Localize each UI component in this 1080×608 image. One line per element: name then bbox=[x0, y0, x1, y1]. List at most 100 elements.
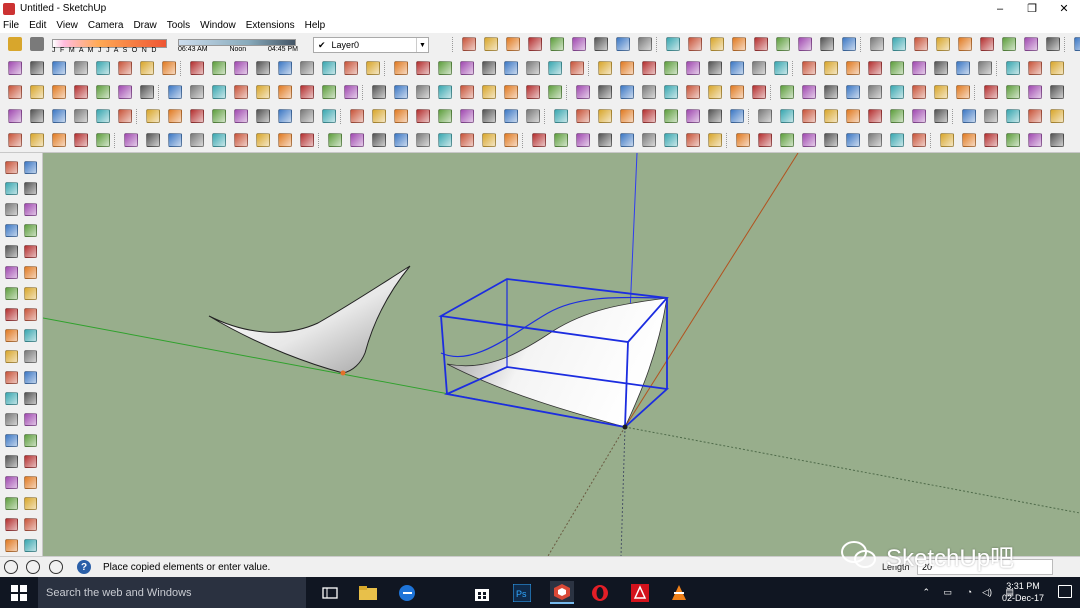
toolbar-tool-icon[interactable] bbox=[372, 109, 386, 123]
toolbar-tool-icon[interactable] bbox=[416, 133, 430, 147]
close-button[interactable]: ✕ bbox=[1048, 0, 1080, 17]
toolbar-tool-icon[interactable] bbox=[984, 133, 998, 147]
toolbar-tool-icon[interactable] bbox=[1006, 133, 1020, 147]
toolbar-tool-icon[interactable] bbox=[52, 109, 66, 123]
toolbar-tool-icon[interactable] bbox=[708, 109, 722, 123]
taskbar-search[interactable]: Search the web and Windows bbox=[38, 577, 306, 608]
toolbar-tool-icon[interactable] bbox=[824, 85, 838, 99]
toolbar-tool-icon[interactable] bbox=[74, 85, 88, 99]
toolbar-tool-icon[interactable] bbox=[570, 61, 584, 75]
taskbar-app-photoshop[interactable]: Ps bbox=[510, 581, 534, 604]
menu-extensions[interactable]: Extensions bbox=[246, 20, 295, 31]
toolbar-tool-icon[interactable] bbox=[664, 85, 678, 99]
toolbar-tool-icon[interactable] bbox=[824, 133, 838, 147]
menu-edit[interactable]: Edit bbox=[29, 20, 46, 31]
drawing-viewport[interactable] bbox=[43, 153, 1080, 556]
toolbar-tool-icon[interactable] bbox=[890, 61, 904, 75]
toolbar-tool-icon[interactable] bbox=[394, 109, 408, 123]
menu-tools[interactable]: Tools bbox=[167, 20, 190, 31]
toolbar-tool-icon[interactable] bbox=[74, 133, 88, 147]
toolbar-grip[interactable] bbox=[748, 109, 751, 124]
toolbar-tool-icon[interactable] bbox=[372, 133, 386, 147]
toolbar-tool-icon[interactable] bbox=[482, 85, 496, 99]
left-toolbar-tool-icon[interactable] bbox=[5, 182, 18, 195]
toolbar-tool-icon[interactable] bbox=[642, 85, 656, 99]
toolbar-tool-icon[interactable] bbox=[256, 133, 270, 147]
toolbar-tool-icon[interactable] bbox=[212, 61, 226, 75]
action-center-icon[interactable] bbox=[1058, 585, 1072, 598]
toolbar-tool-icon[interactable] bbox=[846, 133, 860, 147]
left-toolbar-tool-icon[interactable] bbox=[5, 161, 18, 174]
left-toolbar-tool-icon[interactable] bbox=[24, 476, 37, 489]
toolbar-tool-icon[interactable] bbox=[1074, 37, 1080, 51]
left-toolbar-tool-icon[interactable] bbox=[5, 392, 18, 405]
toolbar-tool-icon[interactable] bbox=[912, 61, 926, 75]
toolbar-tool-icon[interactable] bbox=[752, 85, 766, 99]
toolbar-tool-icon[interactable] bbox=[8, 37, 22, 51]
toolbar-tool-icon[interactable] bbox=[870, 37, 884, 51]
toolbar-tool-icon[interactable] bbox=[1028, 61, 1042, 75]
toolbar-tool-icon[interactable] bbox=[664, 109, 678, 123]
toolbar-tool-icon[interactable] bbox=[482, 61, 496, 75]
left-toolbar-tool-icon[interactable] bbox=[5, 266, 18, 279]
toolbar-tool-icon[interactable] bbox=[96, 85, 110, 99]
toolbar-tool-icon[interactable] bbox=[620, 133, 634, 147]
toolbar-tool-icon[interactable] bbox=[96, 61, 110, 75]
left-toolbar-tool-icon[interactable] bbox=[24, 308, 37, 321]
toolbar-tool-icon[interactable] bbox=[394, 85, 408, 99]
menu-window[interactable]: Window bbox=[200, 20, 236, 31]
toolbar-tool-icon[interactable] bbox=[118, 85, 132, 99]
toolbar-tool-icon[interactable] bbox=[642, 133, 656, 147]
toolbar-grip[interactable] bbox=[452, 37, 455, 52]
toolbar-tool-icon[interactable] bbox=[190, 133, 204, 147]
toolbar-tool-icon[interactable] bbox=[868, 85, 882, 99]
toolbar-tool-icon[interactable] bbox=[460, 133, 474, 147]
toolbar-tool-icon[interactable] bbox=[620, 61, 634, 75]
toolbar-tool-icon[interactable] bbox=[984, 109, 998, 123]
toolbar-tool-icon[interactable] bbox=[350, 109, 364, 123]
toolbar-tool-icon[interactable] bbox=[868, 61, 882, 75]
toolbar-grip[interactable] bbox=[544, 109, 547, 124]
chevron-down-icon[interactable]: ▼ bbox=[416, 38, 428, 52]
toolbar-tool-icon[interactable] bbox=[278, 85, 292, 99]
toolbar-tool-icon[interactable] bbox=[74, 109, 88, 123]
toolbar-tool-icon[interactable] bbox=[842, 37, 856, 51]
toolbar-tool-icon[interactable] bbox=[598, 61, 612, 75]
toolbar-tool-icon[interactable] bbox=[758, 109, 772, 123]
shadow-time-slider[interactable] bbox=[178, 39, 296, 46]
toolbar-tool-icon[interactable] bbox=[30, 61, 44, 75]
toolbar-tool-icon[interactable] bbox=[1028, 85, 1042, 99]
toolbar-tool-icon[interactable] bbox=[554, 133, 568, 147]
left-toolbar-tool-icon[interactable] bbox=[5, 203, 18, 216]
toolbar-tool-icon[interactable] bbox=[462, 37, 476, 51]
toolbar-tool-icon[interactable] bbox=[730, 109, 744, 123]
toolbar-tool-icon[interactable] bbox=[642, 109, 656, 123]
toolbar-tool-icon[interactable] bbox=[504, 85, 518, 99]
toolbar-tool-icon[interactable] bbox=[598, 85, 612, 99]
toolbar-tool-icon[interactable] bbox=[416, 61, 430, 75]
left-toolbar-tool-icon[interactable] bbox=[24, 497, 37, 510]
toolbar-tool-icon[interactable] bbox=[934, 109, 948, 123]
toolbar-tool-icon[interactable] bbox=[372, 85, 386, 99]
toolbar-tool-icon[interactable] bbox=[8, 61, 22, 75]
toolbar-grip[interactable] bbox=[362, 85, 365, 100]
toolbar-tool-icon[interactable] bbox=[278, 61, 292, 75]
menu-draw[interactable]: Draw bbox=[133, 20, 156, 31]
toolbar-tool-icon[interactable] bbox=[752, 61, 766, 75]
toolbar-tool-icon[interactable] bbox=[934, 61, 948, 75]
toolbar-grip[interactable] bbox=[588, 61, 591, 76]
toolbar-tool-icon[interactable] bbox=[438, 85, 452, 99]
toolbar-tool-icon[interactable] bbox=[710, 37, 724, 51]
toolbar-tool-icon[interactable] bbox=[758, 133, 772, 147]
toolbar-tool-icon[interactable] bbox=[846, 61, 860, 75]
toolbar-tool-icon[interactable] bbox=[550, 37, 564, 51]
toolbar-tool-icon[interactable] bbox=[168, 85, 182, 99]
toolbar-tool-icon[interactable] bbox=[140, 61, 154, 75]
toolbar-tool-icon[interactable] bbox=[802, 109, 816, 123]
toolbar-tool-icon[interactable] bbox=[824, 109, 838, 123]
toolbar-tool-icon[interactable] bbox=[256, 109, 270, 123]
toolbar-tool-icon[interactable] bbox=[256, 85, 270, 99]
toolbar-tool-icon[interactable] bbox=[780, 109, 794, 123]
toolbar-tool-icon[interactable] bbox=[96, 133, 110, 147]
toolbar-tool-icon[interactable] bbox=[482, 133, 496, 147]
